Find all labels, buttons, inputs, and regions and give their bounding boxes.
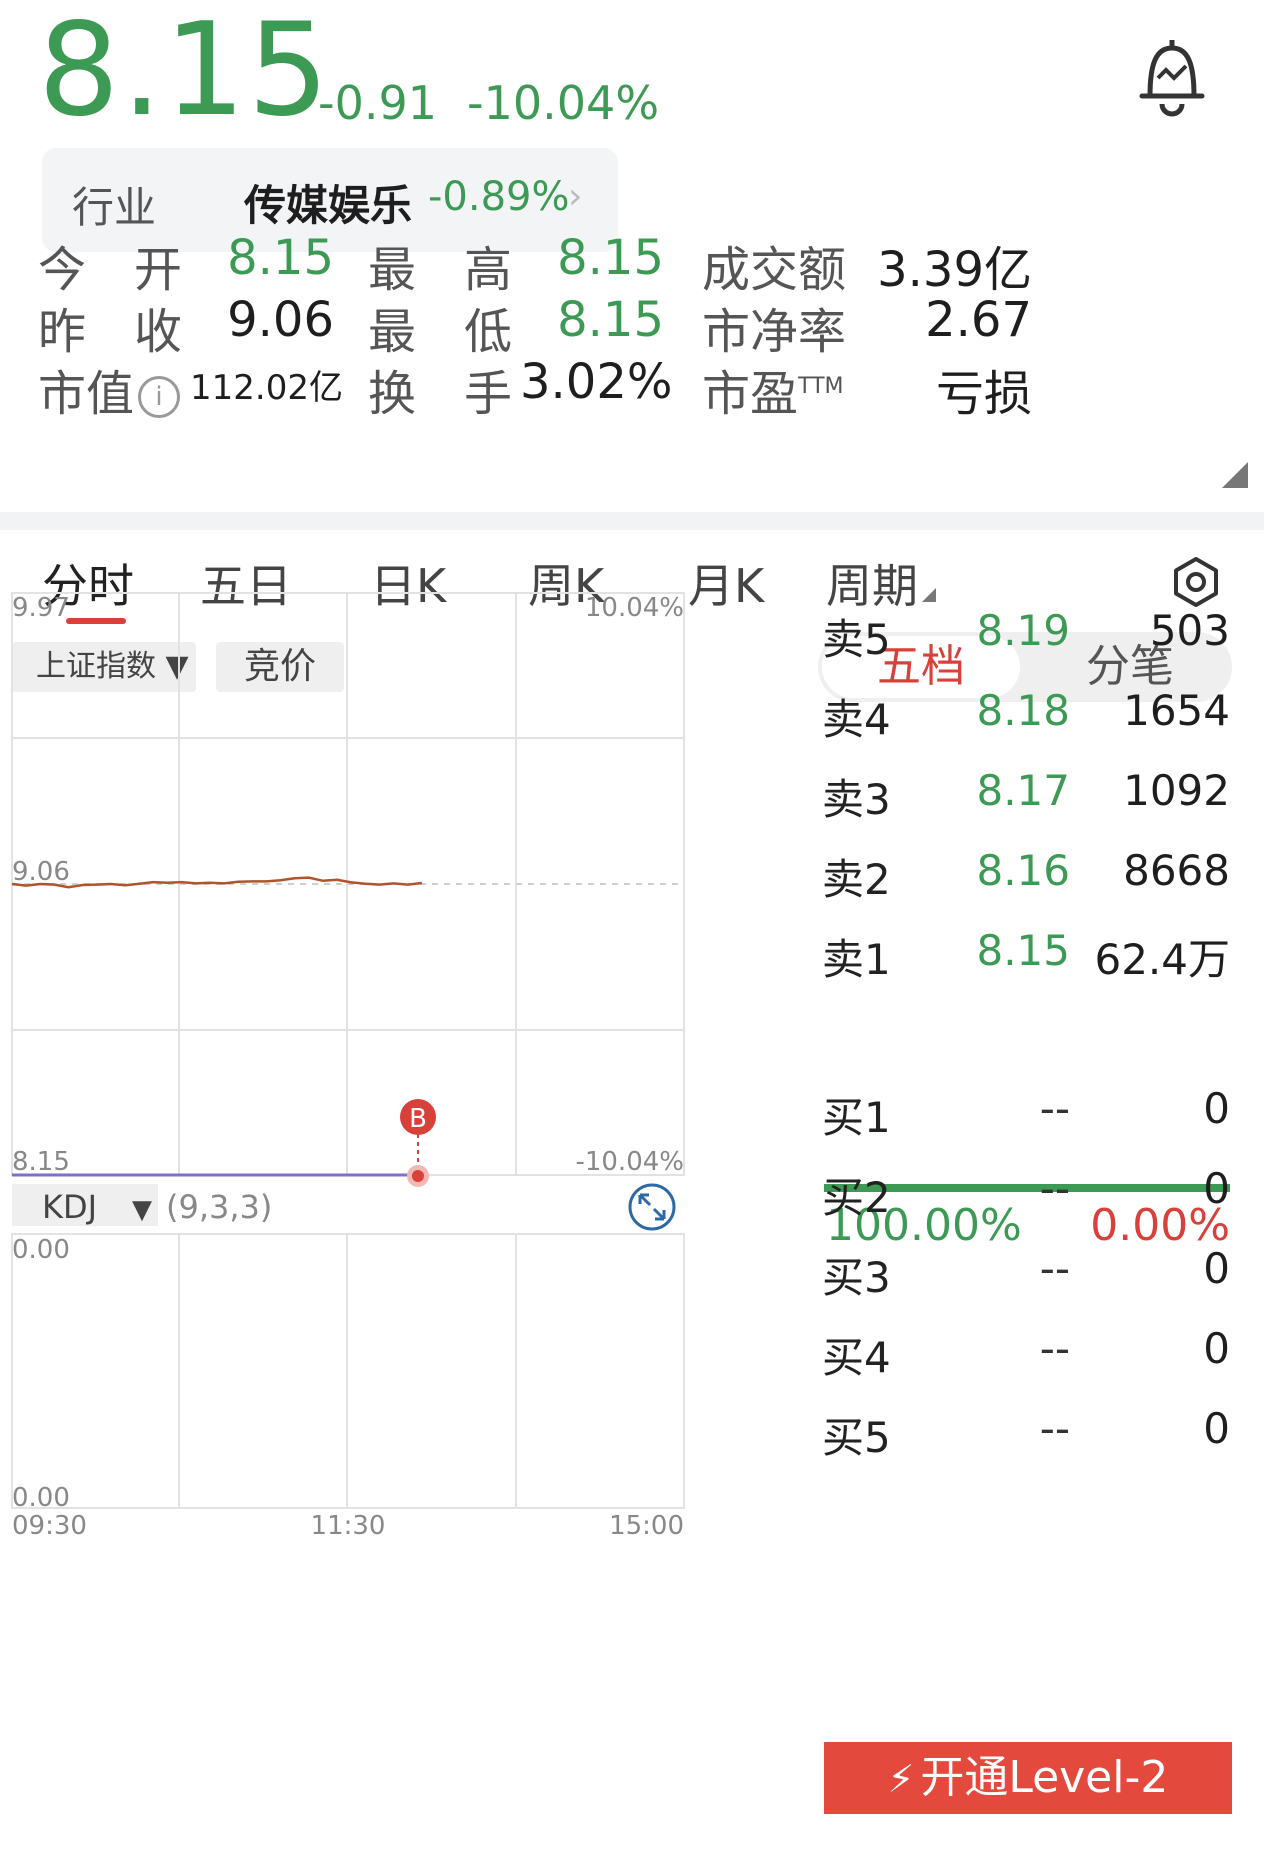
pb-value: 2.67 (925, 292, 1032, 348)
bid-label: 买1 (822, 1093, 891, 1142)
ask-price: 8.15 (976, 926, 1070, 975)
lightning-icon: ⚡ (887, 1757, 915, 1801)
bid-price: -- (1039, 1084, 1070, 1133)
high-value: 8.15 (557, 230, 664, 286)
open-label: 今 开 (38, 242, 183, 298)
intraday-chart[interactable]: 9.97 9.06 8.15 10.04% -10.04% B KDJ ▼ (9… (0, 590, 820, 1855)
indicator-params: (9,3,3) (166, 1188, 272, 1226)
bid-price: -- (1039, 1164, 1070, 1213)
indicator-dropdown-arrow[interactable]: ▼ (132, 1195, 152, 1225)
high-label: 最 高 (368, 242, 513, 298)
change-amount: -0.91 (318, 76, 438, 130)
kdj-tick-bottom: 0.00 (12, 1483, 70, 1513)
ask-label: 卖4 (822, 695, 891, 744)
current-price: 8.15 (38, 0, 331, 145)
bid-label: 买3 (822, 1253, 891, 1302)
y-tick-right-high: 10.04% (585, 593, 684, 623)
x-tick-open: 09:30 (12, 1511, 87, 1541)
x-tick-midday: 11:30 (311, 1511, 386, 1541)
open-value: 8.15 (227, 230, 334, 286)
industry-change: -0.89% (428, 174, 570, 220)
ask-volume: 1654 (1123, 686, 1230, 735)
ask-label: 卖5 (822, 615, 891, 664)
turnover-rate-label: 换 手 (368, 366, 513, 422)
chevron-right-icon: › (568, 176, 583, 217)
pb-label: 市净率 (702, 304, 847, 360)
pe-label-text: 市盈 (702, 366, 799, 422)
bid-price: -- (1039, 1324, 1070, 1373)
turnover-rate-value: 3.02% (520, 354, 673, 410)
ask-price: 8.18 (976, 686, 1070, 735)
ask-price: 8.19 (976, 606, 1070, 655)
bid-label: 买5 (822, 1413, 891, 1462)
bid-price: -- (1039, 1244, 1070, 1293)
market-cap-label: 市值 i (38, 354, 181, 424)
prev-close-value: 9.06 (227, 292, 334, 348)
tab-period-label: 周期 (826, 559, 918, 613)
x-tick-close: 15:00 (609, 1511, 684, 1541)
bid-label: 买4 (822, 1333, 891, 1382)
industry-label: 行业 (72, 183, 157, 232)
kdj-grid (11, 1233, 685, 1509)
y-tick-low: 8.15 (12, 1147, 70, 1177)
low-value: 8.15 (557, 292, 664, 348)
info-icon[interactable]: i (138, 376, 181, 418)
y-tick-high: 9.97 (12, 593, 70, 623)
expand-corner-icon[interactable] (1222, 462, 1248, 488)
section-divider (0, 512, 1264, 530)
ask-price: 8.16 (976, 846, 1070, 895)
ask-volume: 62.4万 (1094, 935, 1230, 984)
bid-volume: 0 (1203, 1404, 1230, 1453)
indicator-select[interactable]: KDJ (42, 1188, 97, 1226)
pe-value: 亏损 (935, 366, 1032, 422)
dropdown-triangle-icon (922, 588, 936, 602)
ask-price: 8.17 (976, 766, 1070, 815)
settings-gear-icon[interactable] (1170, 556, 1222, 608)
fullscreen-icon[interactable] (628, 1183, 676, 1231)
ask-label: 卖3 (822, 775, 891, 824)
low-label: 最 低 (368, 304, 513, 360)
ask-label: 卖2 (822, 855, 891, 904)
price-change: -0.91 -10.04% (318, 76, 689, 130)
industry-name: 传媒娱乐 (244, 181, 413, 230)
bid-label: 买2 (822, 1173, 891, 1222)
ask-volume: 503 (1149, 606, 1230, 655)
pe-label: 市盈TTM (702, 354, 844, 424)
market-cap-text: 市值 (38, 366, 135, 422)
pe-ttm-sup: TTM (798, 374, 844, 399)
marker-dot (412, 1170, 424, 1182)
bid-volume: 0 (1203, 1324, 1230, 1373)
ask-volume: 8668 (1123, 846, 1230, 895)
level2-label: 开通Level-2 (920, 1752, 1169, 1803)
bid-volume: 0 (1203, 1244, 1230, 1293)
y-tick-right-low: -10.04% (575, 1147, 684, 1177)
bid-volume: 0 (1203, 1084, 1230, 1133)
bid-price: -- (1039, 1404, 1070, 1453)
ask-volume: 1092 (1123, 766, 1230, 815)
open-level2-button[interactable]: ⚡ 开通Level-2 (824, 1742, 1232, 1814)
turnover-amount-value: 3.39亿 (877, 242, 1032, 298)
prev-close-label: 昨 收 (38, 304, 183, 360)
ask-label: 卖1 (822, 935, 891, 984)
change-percent: -10.04% (467, 76, 660, 130)
bell-alert-icon[interactable] (1130, 34, 1214, 118)
turnover-amount-label: 成交额 (702, 242, 847, 298)
marker-label: B (409, 1104, 427, 1134)
bid-volume: 0 (1203, 1164, 1230, 1213)
kdj-tick-top: 0.00 (12, 1235, 70, 1265)
y-tick-mid: 9.06 (12, 857, 70, 887)
price-line (11, 876, 423, 889)
market-cap-value: 112.02亿 (190, 368, 343, 408)
